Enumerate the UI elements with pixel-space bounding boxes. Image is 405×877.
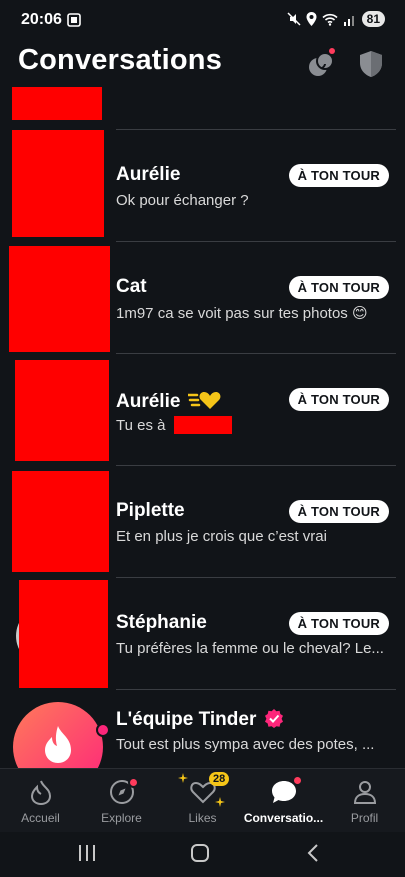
tab-explore[interactable]: Explore [81,777,162,825]
contact-name: Piplette [116,500,185,521]
conversation-row[interactable]: Cat 1m97 ca se voit pas sur tes photos 😊… [0,242,405,353]
redacted-avatar [12,471,109,572]
conversation-row[interactable]: Stéphanie Tu préfères la femme ou le che… [0,578,405,689]
redacted-avatar [12,130,104,237]
your-turn-badge: À TON TOUR [288,388,389,411]
avatar [13,702,103,768]
tab-label: Profil [350,811,379,825]
mute-icon [287,12,301,26]
screenshot-icon [67,13,81,27]
message-preview: Tu préfères la femme ou le cheval? Le... [116,640,384,657]
system-nav-bar [0,832,405,877]
message-preview: 1m97 ca se voit pas sur tes photos 😊 [116,305,368,322]
likes-count-badge: 28 [209,772,230,786]
conversation-row[interactable]: L'équipe Tinder Tout est plus sympa avec… [0,690,405,768]
clock: 20:06 [21,11,62,28]
tab-label: Accueil [21,811,60,825]
safety-button[interactable] [356,48,388,80]
wifi-icon [322,13,338,26]
redacted-avatar [12,87,102,120]
redacted-text [173,416,232,434]
your-turn-badge: À TON TOUR [288,612,389,635]
message-preview: Tout est plus sympa avec des potes, ... [116,736,375,753]
contact-name: L'équipe Tinder [116,708,284,731]
tab-likes[interactable]: 28 Likes [162,772,243,825]
redacted-avatar [9,246,110,352]
tab-home[interactable]: Accueil [0,777,81,825]
shield-icon [360,51,382,77]
tinder-flame-icon [45,726,71,763]
unread-dot [96,723,110,737]
back-icon[interactable] [306,843,320,863]
redacted-avatar [15,360,109,461]
home-icon[interactable] [190,843,210,863]
contact-name-text: Aurélie [116,391,181,412]
bottom-tab-bar: Accueil Explore 28 Likes Conversatio... … [0,768,405,833]
status-bar: 20:06 81 [0,0,405,40]
tab-label: Likes [188,811,217,825]
tab-label: Conversatio... [243,811,324,825]
sparkle-icon [178,773,188,783]
message-text: Tu es à [116,417,166,434]
contact-name: Aurélie [116,388,222,413]
signal-icon [343,15,354,26]
conversation-row[interactable]: Aurélie Ok pour échanger ? À TON TOUR [0,130,405,241]
sparkle-icon [215,797,225,807]
notification-dot [128,777,139,788]
status-icons: 81 [287,11,385,27]
super-like-heart-icon [186,392,221,409]
flame-icon [30,780,51,805]
contact-name: Cat [116,276,147,297]
tab-conversations[interactable]: Conversatio... [243,775,324,825]
verified-badge-icon [264,709,283,728]
person-icon [353,781,376,804]
your-turn-badge: À TON TOUR [288,500,389,523]
message-preview: Et en plus je crois que c’est vrai [116,528,327,545]
conversation-list[interactable]: Aurélie Ok pour échanger ? À TON TOUR Ca… [0,84,405,768]
conversation-row[interactable]: Aurélie Tu es à À TON TOUR [0,354,405,465]
location-icon [306,12,317,26]
your-turn-badge: À TON TOUR [288,276,389,299]
recent-apps-icon[interactable] [77,844,97,862]
contact-name: Aurélie [116,164,181,185]
notification-dot [329,48,335,54]
message-preview: Tu es à [116,416,232,434]
page-title: Conversations [18,44,223,76]
matches-button[interactable] [305,48,337,80]
your-turn-badge: À TON TOUR [288,164,389,187]
tab-label: Explore [101,811,142,825]
contact-name: Stéphanie [116,612,207,633]
battery-indicator: 81 [361,11,385,27]
message-preview: Ok pour échanger ? [116,192,249,209]
redacted-avatar [19,580,108,688]
tab-profile[interactable]: Profil [324,777,405,825]
notification-dot [292,775,303,786]
contact-name-text: L'équipe Tinder [116,709,257,730]
conversation-row[interactable]: Piplette Et en plus je crois que c’est v… [0,466,405,577]
